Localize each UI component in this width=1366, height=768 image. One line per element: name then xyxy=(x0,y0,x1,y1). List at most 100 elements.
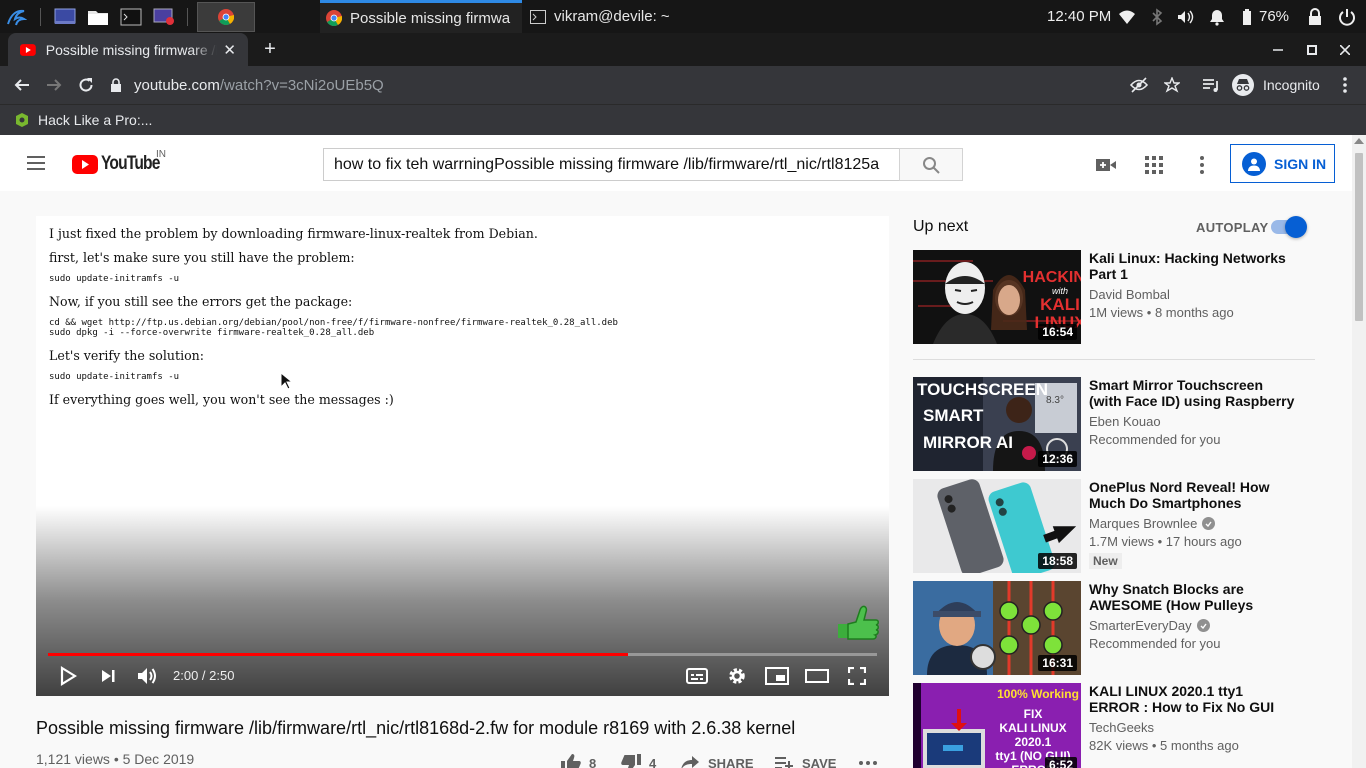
share-button[interactable]: SHARE xyxy=(680,752,754,768)
taskbar-task-label: Possible missing firmwa xyxy=(350,9,511,27)
recommended-video[interactable]: 100% Working FIX KALI LINUX 2020.1 tty1 … xyxy=(913,683,1315,768)
youtube-play-logo-icon xyxy=(72,154,98,174)
settings-button[interactable] xyxy=(725,664,749,688)
notifications-icon[interactable] xyxy=(1208,8,1226,26)
like-button[interactable]: 8 xyxy=(561,752,596,768)
mute-button[interactable] xyxy=(135,664,159,688)
text-line: I just fixed the problem by downloading … xyxy=(49,226,538,241)
mouse-cursor-icon xyxy=(280,372,292,390)
more-actions-button[interactable] xyxy=(858,752,886,768)
channel-name[interactable]: Eben Kouao xyxy=(1089,414,1161,429)
video-duration: 18:58 xyxy=(1038,553,1077,569)
fullscreen-button[interactable] xyxy=(845,664,869,688)
progress-bar[interactable] xyxy=(48,653,877,656)
account-icon xyxy=(1248,158,1260,171)
subtitles-button[interactable] xyxy=(685,664,709,688)
power-icon[interactable] xyxy=(1338,8,1356,26)
theater-mode-button[interactable] xyxy=(805,664,829,688)
channel-name[interactable]: David Bombal xyxy=(1089,287,1170,302)
bookmark-star-icon[interactable] xyxy=(1161,74,1183,96)
chrome-menu-button[interactable] xyxy=(1334,74,1356,96)
thumbs-up-hand-icon xyxy=(838,605,879,640)
browser-toolbar: youtube.com/watch?v=3cNi2oUEb5Q Incognit… xyxy=(0,66,1366,104)
play-button[interactable] xyxy=(56,664,80,688)
tab-close-icon[interactable]: ✕ xyxy=(223,41,236,59)
search-button[interactable] xyxy=(899,148,963,181)
theater-mode-icon xyxy=(805,669,829,683)
scrollbar-thumb[interactable] xyxy=(1355,153,1363,321)
forward-button[interactable] xyxy=(43,74,65,96)
recommended-video[interactable]: 18:58 OnePlus Nord Reveal! How Much Do S… xyxy=(913,479,1315,573)
chrome-launcher[interactable] xyxy=(197,2,255,32)
maximize-button[interactable] xyxy=(1299,37,1325,63)
search-input[interactable]: how to fix teh warrningPossible missing … xyxy=(323,148,899,181)
channel-name[interactable]: SmarterEveryDay xyxy=(1089,618,1210,633)
terminal-app-icon[interactable] xyxy=(119,5,143,29)
next-button[interactable] xyxy=(96,664,120,688)
video-thumbnail[interactable]: 8.3° TOUCHSCREEN SMART MIRROR AI 12:36 xyxy=(913,377,1081,471)
miniplayer-icon xyxy=(765,667,789,685)
dislike-button[interactable]: 4 xyxy=(621,752,656,768)
file-manager-icon[interactable] xyxy=(86,5,110,29)
video-duration: 12:36 xyxy=(1038,451,1077,467)
video-thumbnail[interactable]: HACKING with KALI LINUX 16:54 xyxy=(913,250,1081,344)
svg-text:8.3°: 8.3° xyxy=(1046,395,1064,406)
browser-tab-active[interactable]: Possible missing firmware /lib/firmware/… xyxy=(8,33,248,66)
volume-icon[interactable] xyxy=(1176,8,1194,26)
video-title[interactable]: Why Snatch Blocks are AWESOME (How Pulle… xyxy=(1089,581,1297,613)
taskbar-task-label: vikram@devile: ~ xyxy=(554,8,670,25)
settings-menu-icon[interactable] xyxy=(1190,153,1214,177)
bookmarks-bar: Hack Like a Pro:... xyxy=(0,104,1366,135)
close-window-button[interactable] xyxy=(1332,37,1358,63)
video-thumbnail[interactable]: 16:31 xyxy=(913,581,1081,675)
scroll-up-arrow-icon[interactable] xyxy=(1354,138,1364,144)
autoplay-toggle[interactable] xyxy=(1271,216,1307,238)
video-thumbnail[interactable]: 100% Working FIX KALI LINUX 2020.1 tty1 … xyxy=(913,683,1081,768)
minimize-button[interactable] xyxy=(1265,37,1291,63)
bluetooth-icon[interactable] xyxy=(1148,8,1166,26)
video-thumbnail[interactable]: 18:58 xyxy=(913,479,1081,573)
miniplayer-button[interactable] xyxy=(765,664,789,688)
youtube-page: YouTube IN how to fix teh warrningPossib… xyxy=(0,135,1366,768)
video-player[interactable]: I just fixed the problem by downloading … xyxy=(36,216,889,696)
clock[interactable]: 12:40 PM xyxy=(1047,0,1111,33)
lock-screen-icon[interactable] xyxy=(1306,8,1324,26)
channel-name[interactable]: Marques Brownlee xyxy=(1089,516,1216,531)
wifi-icon[interactable] xyxy=(1118,8,1136,26)
time-display: 2:00 / 2:50 xyxy=(173,668,235,683)
incognito-indicator[interactable]: Incognito xyxy=(1232,72,1320,98)
recommended-video[interactable]: 8.3° TOUCHSCREEN SMART MIRROR AI 12:36 S… xyxy=(913,377,1315,471)
play-icon xyxy=(60,666,77,686)
taskbar-task-terminal[interactable]: vikram@devile: ~ xyxy=(524,0,714,33)
bookmark-item[interactable]: Hack Like a Pro:... xyxy=(14,109,152,131)
back-button[interactable] xyxy=(11,74,33,96)
video-stats: 82K views • 5 months ago xyxy=(1089,738,1239,753)
save-button[interactable]: SAVE xyxy=(774,752,836,768)
screen-recorder-icon[interactable] xyxy=(152,5,176,29)
address-bar[interactable]: youtube.com/watch?v=3cNi2oUEb5Q xyxy=(110,70,1220,100)
text-line: Now, if you still see the errors get the… xyxy=(49,294,353,309)
video-title[interactable]: KALI LINUX 2020.1 tty1 ERROR : How to Fi… xyxy=(1089,683,1297,715)
kali-menu-icon[interactable] xyxy=(4,5,28,29)
up-next-video[interactable]: HACKING with KALI LINUX 16:54 Kali Linux… xyxy=(913,250,1315,344)
video-stats: 1M views • 8 months ago xyxy=(1089,305,1234,320)
battery-icon[interactable] xyxy=(1238,8,1256,26)
youtube-logo[interactable]: YouTube IN xyxy=(72,149,172,175)
reload-button[interactable] xyxy=(75,74,97,96)
sign-in-button[interactable]: SIGN IN xyxy=(1230,144,1335,183)
recommended-video[interactable]: 16:31 Why Snatch Blocks are AWESOME (How… xyxy=(913,581,1315,675)
video-title[interactable]: OnePlus Nord Reveal! How Much Do Smartph… xyxy=(1089,479,1297,511)
media-controls-icon[interactable] xyxy=(1200,74,1222,96)
hamburger-menu-icon[interactable] xyxy=(24,151,48,175)
apps-grid-icon[interactable] xyxy=(1142,153,1166,177)
channel-name[interactable]: TechGeeks xyxy=(1089,720,1154,735)
new-tab-button[interactable]: + xyxy=(258,38,282,62)
video-stats: Recommended for you xyxy=(1089,636,1221,651)
video-title[interactable]: Smart Mirror Touchscreen (with Face ID) … xyxy=(1089,377,1297,409)
video-title[interactable]: Kali Linux: Hacking Networks Part 1 xyxy=(1089,250,1297,282)
tracking-blocked-icon[interactable] xyxy=(1128,74,1150,96)
show-desktop-icon[interactable] xyxy=(53,5,77,29)
volume-icon xyxy=(138,668,156,684)
taskbar-task-chrome[interactable]: Possible missing firmwa xyxy=(320,0,522,33)
create-video-icon[interactable] xyxy=(1094,153,1118,177)
